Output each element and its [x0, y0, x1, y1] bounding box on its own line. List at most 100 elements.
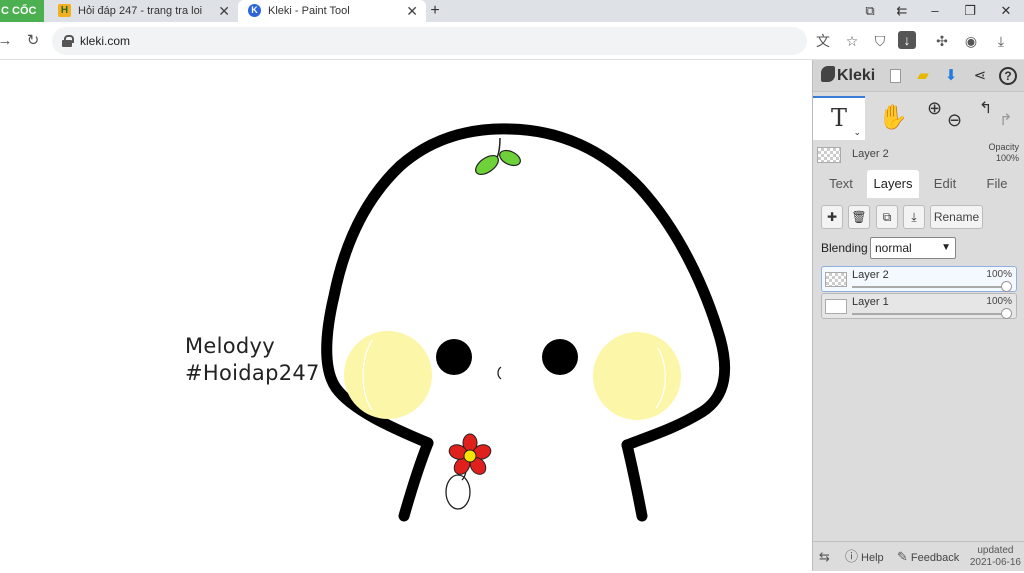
- bookmark-star-icon[interactable]: ☆: [842, 31, 862, 51]
- minimize-button[interactable]: –: [918, 0, 952, 22]
- blending-value: normal: [875, 241, 912, 255]
- rename-layer-button[interactable]: Rename: [930, 205, 983, 229]
- maximize-button[interactable]: ❐: [953, 0, 987, 22]
- tab-close-icon[interactable]: ✕: [218, 0, 230, 22]
- address-bar[interactable]: kleki.com: [52, 27, 807, 55]
- signature-name: Melodyy: [185, 334, 276, 358]
- profile-avatar-icon[interactable]: ◉: [961, 31, 981, 51]
- help-label: Help: [861, 552, 884, 564]
- right-leg: [621, 439, 648, 522]
- tab-layers[interactable]: Layers: [867, 170, 919, 198]
- tab-title: Hỏi đáp 247 - trang tra loi: [78, 5, 203, 17]
- hand-tool-button[interactable]: ✋: [867, 96, 919, 140]
- undo-redo-controls: ↰ ↱: [973, 96, 1024, 140]
- delete-layer-button[interactable]: 🗑: [848, 205, 870, 229]
- zoom-controls: ⊕ ⊖: [921, 96, 973, 140]
- screenshot-icon[interactable]: ⧉: [853, 0, 887, 22]
- blending-label: Blending: [821, 241, 868, 255]
- sprout-leaf-right: [499, 149, 521, 167]
- merge-layer-button[interactable]: ⤓: [903, 205, 925, 229]
- blush-left: [344, 331, 432, 419]
- kleki-logo[interactable]: Kleki: [821, 66, 875, 85]
- text-tool-button[interactable]: T ⌄: [813, 96, 865, 140]
- reload-icon[interactable]: ↻: [22, 30, 44, 52]
- feedback-button[interactable]: ✎ Feedback: [897, 542, 959, 572]
- add-layer-button[interactable]: ✚: [821, 205, 843, 229]
- layer-thumbnail: [825, 272, 847, 287]
- text-tool-icon: T: [830, 104, 847, 132]
- kleki-logo-text: Kleki: [837, 67, 876, 84]
- layer-opacity-track[interactable]: [852, 313, 1008, 315]
- help-icon[interactable]: ?: [999, 67, 1017, 85]
- help-button[interactable]: ⓘ Help: [845, 542, 884, 572]
- chevron-down-icon: ▼: [941, 242, 951, 253]
- layer-item[interactable]: Layer 2 100%: [821, 266, 1017, 292]
- zoom-out-icon[interactable]: ⊖: [947, 110, 962, 131]
- shield-icon[interactable]: ⛉: [870, 31, 890, 51]
- layer-item[interactable]: Layer 1 100%: [821, 293, 1017, 319]
- browser-brand[interactable]: C CỐC: [0, 0, 44, 22]
- kleki-tabs: Text Layers Edit File: [813, 170, 1024, 198]
- current-layer-info: Layer 2 Opacity 100%: [813, 142, 1024, 168]
- layer-name: Layer 1: [852, 296, 889, 308]
- signature-text: Melodyy #Hoidap247: [185, 333, 320, 387]
- chevron-down-icon[interactable]: ⌄: [853, 127, 861, 138]
- tab-title: Kleki - Paint Tool: [268, 5, 350, 17]
- tab-text[interactable]: Text: [817, 170, 865, 198]
- hoidap-favicon-icon: H: [58, 4, 71, 17]
- save-download-icon[interactable]: ⬇: [941, 66, 961, 86]
- address-toolbar: → ↻ kleki.com 文 ☆ ⛉ ↓ ✣ ◉ ⤓: [0, 22, 1024, 60]
- back-forward-icon[interactable]: ⇇: [885, 0, 919, 22]
- layer-opacity-track[interactable]: [852, 286, 1008, 288]
- duplicate-layer-button[interactable]: ⧉: [876, 205, 898, 229]
- eye-right: [542, 339, 578, 375]
- layer-opacity-slider-handle[interactable]: [1001, 308, 1012, 319]
- swap-side-button[interactable]: ⇆: [819, 542, 833, 572]
- updated-label: updated: [977, 545, 1014, 556]
- layer-name: Layer 2: [852, 269, 889, 281]
- share-icon[interactable]: ⋖: [970, 66, 990, 86]
- forward-arrow-icon[interactable]: →: [0, 30, 16, 52]
- swap-arrows-icon: ⇆: [819, 549, 830, 564]
- red-flower: [448, 433, 492, 475]
- extensions-puzzle-icon[interactable]: ✣: [932, 31, 952, 51]
- current-layer-thumbnail: [817, 147, 841, 163]
- downloads-icon[interactable]: ⤓: [991, 31, 1011, 51]
- zoom-in-icon[interactable]: ⊕: [927, 98, 942, 119]
- opacity-value: 100%: [995, 153, 1019, 163]
- updated-date: 2021-06-16: [969, 557, 1021, 568]
- feedback-label: Feedback: [910, 552, 960, 564]
- kleki-footer: ⇆ ⓘ Help ✎ Feedback updated 2021-06-16: [813, 541, 1024, 571]
- signature-hashtag: #Hoidap247: [185, 361, 320, 385]
- kleki-panel: Kleki ▰ ⬇ ⋖ ? T ⌄ ✋ ⊕ ⊖ ↰ ↱ Layer 2 Opac…: [812, 60, 1024, 571]
- blending-select[interactable]: normal ▼: [870, 237, 956, 259]
- undo-icon[interactable]: ↰: [979, 98, 992, 118]
- tool-row: T ⌄ ✋ ⊕ ⊖ ↰ ↱: [813, 96, 1024, 140]
- download-extension-icon[interactable]: ↓: [898, 31, 916, 49]
- updated-info: updated 2021-06-16: [970, 545, 1021, 569]
- tab-hoidap247[interactable]: H Hỏi đáp 247 - trang tra loi ✕: [48, 0, 238, 22]
- new-tab-button[interactable]: +: [428, 0, 442, 22]
- tab-file[interactable]: File: [973, 170, 1021, 198]
- layer-opacity-slider-handle[interactable]: [1001, 281, 1012, 292]
- left-leg: [398, 437, 434, 522]
- open-folder-icon[interactable]: ▰: [913, 66, 933, 86]
- opacity-label: Opacity: [988, 142, 1019, 152]
- translate-icon[interactable]: 文: [813, 31, 833, 51]
- blending-row: Blending normal ▼: [821, 237, 956, 259]
- layer-opacity: 100%: [986, 296, 1012, 307]
- drawing-illustration: [321, 123, 731, 522]
- tab-kleki[interactable]: K Kleki - Paint Tool ✕: [238, 0, 426, 22]
- kleki-top-bar: Kleki ▰ ⬇ ⋖ ?: [813, 60, 1024, 92]
- browser-tab-strip: C CỐC H Hỏi đáp 247 - trang tra loi ✕ K …: [0, 0, 1024, 22]
- tab-edit[interactable]: Edit: [921, 170, 969, 198]
- eye-left: [436, 339, 472, 375]
- tab-close-icon[interactable]: ✕: [406, 0, 418, 22]
- redo-icon[interactable]: ↱: [999, 110, 1012, 130]
- new-image-icon[interactable]: [885, 66, 905, 86]
- url-text: kleki.com: [80, 34, 131, 48]
- feedback-pencil-icon: ✎: [897, 549, 908, 564]
- window-close-button[interactable]: ✕: [989, 0, 1023, 22]
- flower-stem-loop: [445, 474, 471, 510]
- drawing-canvas[interactable]: Melodyy #Hoidap247: [0, 60, 812, 571]
